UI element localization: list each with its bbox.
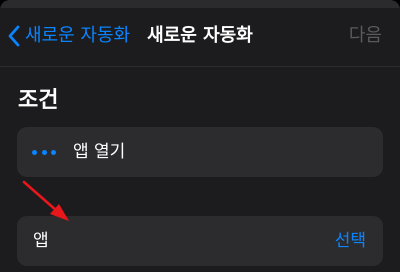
back-button-label: 새로운 자동화 (25, 25, 131, 46)
section-header-condition: 조건 (18, 88, 59, 113)
navigation-bar: 새로운 자동화 새로운 자동화 다음 (0, 8, 400, 67)
back-button[interactable]: 새로운 자동화 (8, 21, 130, 51)
automation-sheet: 새로운 자동화 새로운 자동화 다음 조건 앱 열기 앱 선택 (0, 0, 400, 272)
sheet-top-strip (0, 0, 400, 8)
open-app-action-row[interactable]: 앱 열기 (17, 127, 383, 177)
next-button[interactable]: 다음 (349, 21, 382, 51)
content-area: 조건 앱 열기 앱 선택 (0, 67, 400, 272)
app-select-row[interactable]: 앱 선택 (17, 216, 383, 266)
app-row-label: 앱 (33, 231, 49, 251)
page-title: 새로운 자동화 (147, 25, 253, 46)
action-label: 앱 열기 (73, 142, 126, 162)
ellipsis-icon (32, 145, 56, 159)
choose-app-button[interactable]: 선택 (335, 216, 366, 266)
chevron-left-icon (8, 25, 20, 47)
